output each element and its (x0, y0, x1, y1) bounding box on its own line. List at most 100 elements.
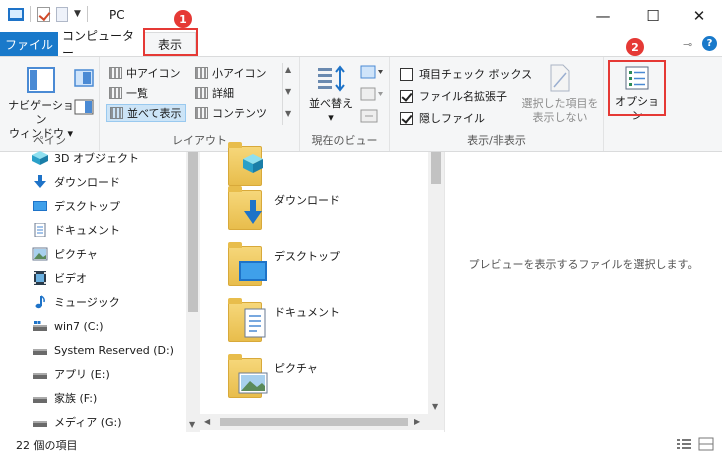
drive-icon (33, 373, 47, 379)
desktop-icon (239, 261, 267, 281)
file-item-pictures[interactable]: ピクチャ (228, 354, 418, 404)
maximize-button[interactable]: ☐ (630, 0, 676, 32)
large-icons-view-icon[interactable] (698, 437, 714, 451)
current-view-group: 並べ替え ▾ 現在のビュー (300, 57, 390, 151)
file-scroll-right-icon[interactable]: ▶ (414, 417, 420, 426)
qat-divider (30, 6, 31, 22)
qat-divider (86, 6, 88, 22)
view-tab-highlight (143, 28, 198, 56)
properties-icon[interactable] (37, 6, 50, 22)
new-folder-icon[interactable] (56, 6, 68, 22)
step-badge-2: 2 (626, 38, 644, 56)
file-item-3d-objects[interactable] (228, 142, 418, 192)
drive-icon (33, 349, 47, 355)
file-item-desktop[interactable]: デスクトップ (228, 242, 418, 292)
download-icon (34, 175, 46, 188)
status-bar: 22 個の項目 (0, 432, 722, 456)
nav-item-drive-c[interactable]: win7 (C:) (32, 315, 104, 337)
preview-message: プレビューを表示するファイルを選択します。 (468, 258, 699, 271)
layout-group: 中アイコン 小アイコン 一覧 詳細 並べて表示 コンテンツ ▲ ▼ ▼ レイアウ… (100, 57, 300, 151)
size-columns-icon[interactable] (360, 109, 378, 123)
pc-icon[interactable] (8, 7, 24, 21)
drive-icon (33, 397, 47, 403)
nav-item-documents[interactable]: ドキュメント (32, 219, 120, 241)
item-checkboxes-toggle[interactable]: 項目チェック ボックス (400, 66, 532, 82)
file-extensions-toggle[interactable]: ファイル名拡張子 (400, 88, 507, 104)
nav-item-drive-g[interactable]: メディア (G:) (32, 411, 122, 433)
layout-tiles[interactable]: 並べて表示 (106, 104, 186, 122)
layout-list[interactable]: 一覧 (106, 84, 151, 102)
music-icon (35, 295, 45, 309)
file-list-hscrollbar[interactable]: ◀ ▶ (200, 414, 444, 430)
file-item-downloads[interactable]: ダウンロード (228, 186, 418, 236)
video-icon (34, 271, 46, 285)
add-columns-icon[interactable] (360, 87, 384, 101)
nav-scrollbar[interactable]: ▼ (186, 152, 200, 432)
details-pane-icon[interactable] (74, 99, 94, 115)
sort-by-label-1: 並べ替え (309, 97, 353, 110)
show-hide-group-label: 表示/非表示 (467, 134, 526, 147)
layout-gallery-scroll[interactable]: ▲ ▼ ▼ (282, 63, 294, 125)
group-by-icon[interactable] (360, 65, 384, 79)
hidden-items-checkbox[interactable] (400, 111, 413, 125)
file-scroll-down-icon[interactable]: ▼ (432, 402, 438, 411)
file-extensions-checkbox[interactable] (400, 89, 413, 103)
drive-icon (33, 421, 47, 427)
gallery-down-icon[interactable]: ▼ (285, 87, 291, 96)
nav-item-drive-f[interactable]: 家族 (F:) (32, 387, 97, 409)
nav-item-downloads[interactable]: ダウンロード (32, 171, 120, 193)
layout-content[interactable]: コンテンツ (192, 104, 270, 122)
close-button[interactable]: ✕ (676, 0, 722, 32)
hidden-items-toggle[interactable]: 隠しファイル (400, 110, 485, 126)
tiles-icon (110, 107, 123, 119)
nav-scroll-down-icon[interactable]: ▼ (189, 420, 195, 429)
step-badge-1: 1 (174, 10, 192, 28)
nav-item-desktop[interactable]: デスクトップ (32, 195, 120, 217)
details-view-icon[interactable] (676, 438, 692, 450)
file-list: ダウンロード デスクトップ ドキュメント ピクチャ (200, 142, 428, 414)
3d-objects-icon (243, 154, 263, 173)
navigation-pane-button[interactable]: ナビゲーション ウィンドウ ▾ (6, 65, 76, 141)
file-list-hscrollbar-thumb[interactable] (220, 418, 408, 426)
layout-details[interactable]: 詳細 (192, 84, 237, 102)
navigation-pane-label-1: ナビゲーション (8, 99, 74, 126)
minimize-button[interactable]: — (580, 0, 626, 32)
desktop-icon (33, 201, 47, 211)
file-list-vscrollbar-thumb[interactable] (431, 152, 441, 184)
nav-item-drive-e[interactable]: アプリ (E:) (32, 363, 110, 385)
help-icon[interactable]: ? (702, 36, 717, 51)
drive-icon (33, 321, 47, 331)
ribbon-tabs: ファイル コンピューター 表示 (0, 29, 722, 60)
tab-file[interactable]: ファイル (0, 32, 58, 56)
picture-icon (238, 372, 268, 394)
nav-item-pictures[interactable]: ピクチャ (32, 243, 98, 265)
customize-qat-icon[interactable]: ▼ (74, 9, 81, 19)
pane-group-label: ペイン (33, 134, 66, 147)
hide-selected-icon (550, 64, 570, 92)
small-icons-icon (195, 67, 208, 79)
gallery-more-icon[interactable]: ▼ (285, 109, 291, 118)
layout-small-icons[interactable]: 小アイコン (192, 64, 269, 82)
document-icon (34, 223, 46, 237)
layout-medium-icons[interactable]: 中アイコン (106, 64, 183, 82)
options-highlight (608, 60, 666, 116)
details-icon (195, 87, 208, 99)
preview-pane-icon[interactable] (74, 69, 94, 87)
medium-icons-icon (109, 67, 122, 79)
file-list-vscrollbar[interactable]: ▼ (428, 152, 444, 414)
nav-scrollbar-thumb[interactable] (188, 152, 198, 312)
sort-by-button[interactable]: 並べ替え ▾ (308, 65, 354, 125)
hide-selected-button[interactable]: 選択した項目を 表示しない (520, 63, 600, 125)
file-item-documents[interactable]: ドキュメント (228, 298, 418, 348)
nav-item-3d-objects[interactable]: 3D オブジェクト (32, 147, 139, 169)
gallery-up-icon[interactable]: ▲ (285, 65, 291, 74)
item-checkboxes-checkbox[interactable] (400, 67, 413, 81)
nav-item-drive-d[interactable]: System Reserved (D:) (32, 339, 174, 361)
tab-computer[interactable]: コンピューター (62, 29, 142, 60)
file-scroll-left-icon[interactable]: ◀ (204, 417, 210, 426)
nav-item-music[interactable]: ミュージック (32, 291, 120, 313)
preview-pane: プレビューを表示するファイルを選択します。 (444, 152, 722, 432)
pin-ribbon-icon[interactable]: ⊸ (683, 38, 692, 51)
download-icon (244, 200, 262, 224)
nav-item-videos[interactable]: ビデオ (32, 267, 87, 289)
